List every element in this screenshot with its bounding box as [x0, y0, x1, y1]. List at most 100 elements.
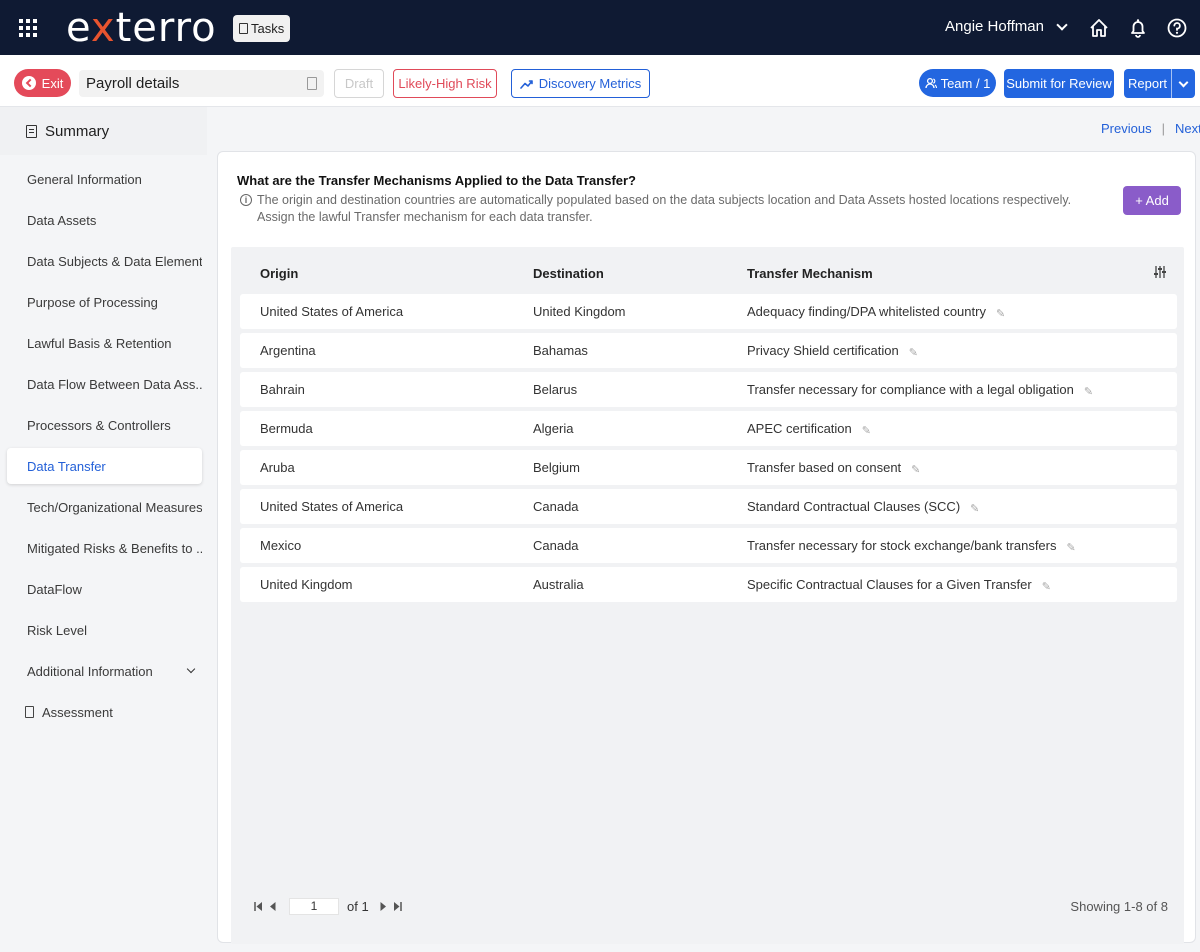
table-row[interactable]: Bermuda Algeria APEC certification ✎ — [240, 411, 1177, 446]
next-page-icon[interactable] — [379, 901, 388, 912]
question-description: The origin and destination countries are… — [257, 193, 1072, 207]
origin-cell: United States of America — [260, 499, 404, 514]
destination-cell: Belgium — [533, 460, 580, 475]
help-icon[interactable] — [1166, 17, 1188, 39]
sidebar-item-tech-org-measures[interactable]: Tech/Organizational Measures — [7, 489, 202, 525]
sidebar-item-risk-level[interactable]: Risk Level — [7, 612, 202, 648]
next-link[interactable]: Next — [1175, 121, 1200, 136]
question-description: Assign the lawful Transfer mechanism for… — [257, 210, 593, 224]
table-row[interactable]: Aruba Belgium Transfer based on consent ✎ — [240, 450, 1177, 485]
transfer-mechanism-cell: Transfer based on consent ✎ — [747, 460, 920, 476]
pagination-controls: 1 of 1 — [253, 898, 403, 915]
transfer-mechanism-value: Transfer based on consent — [747, 460, 902, 475]
pencil-icon[interactable]: ✎ — [911, 463, 920, 476]
risk-level-badge[interactable]: Likely-High Risk — [393, 69, 497, 98]
sidebar-item-data-flow-between[interactable]: Data Flow Between Data Ass... — [7, 366, 202, 402]
first-page-icon[interactable] — [253, 901, 264, 912]
apps-grid-icon[interactable] — [19, 19, 37, 37]
sidebar-item-label: Additional Information — [27, 663, 153, 679]
sidebar-item-data-subjects[interactable]: Data Subjects & Data Elements — [7, 243, 202, 279]
table-footer: 1 of 1 Showing 1-8 of 8 — [240, 887, 1177, 925]
column-header-transfer-mechanism[interactable]: Transfer Mechanism — [747, 266, 873, 281]
table-row[interactable]: United States of America United Kingdom … — [240, 294, 1177, 329]
table-row[interactable]: Mexico Canada Transfer necessary for sto… — [240, 528, 1177, 563]
destination-cell: Belarus — [533, 382, 578, 397]
section-sidebar: Summary General Information Data Assets … — [0, 107, 207, 952]
assessment-title-field[interactable]: Payroll details — [79, 70, 324, 97]
destination-cell: United Kingdom — [533, 304, 626, 319]
transfer-mechanism-cell: Transfer necessary for compliance with a… — [747, 382, 1093, 398]
table-row[interactable]: Argentina Bahamas Privacy Shield certifi… — [240, 333, 1177, 368]
exit-button[interactable]: Exit — [14, 69, 71, 97]
chevron-down-icon — [186, 664, 196, 674]
table-row[interactable]: Bahrain Belarus Transfer necessary for c… — [240, 372, 1177, 407]
origin-cell: Mexico — [260, 538, 302, 553]
origin-cell: Bermuda — [260, 421, 313, 436]
column-settings-icon[interactable] — [1153, 265, 1167, 279]
destination-cell: Canada — [533, 538, 579, 553]
summary-label: Summary — [45, 122, 110, 140]
showing-count: Showing 1-8 of 8 — [1070, 899, 1168, 914]
column-header-destination[interactable]: Destination — [533, 266, 604, 281]
origin-cell: Argentina — [260, 343, 316, 358]
sidebar-summary[interactable]: Summary — [0, 107, 207, 155]
transfer-table: Origin Destination Transfer Mechanism Un… — [231, 247, 1184, 944]
pencil-icon[interactable]: ✎ — [996, 307, 1005, 320]
pencil-icon[interactable]: ✎ — [970, 502, 979, 515]
section-pager: Previous | Next — [1101, 121, 1200, 136]
top-nav-bar: exterro Tasks Angie Hoffman — [0, 0, 1200, 55]
chevron-down-icon — [1056, 18, 1068, 31]
tasks-button[interactable]: Tasks — [233, 15, 291, 42]
sidebar-item-dataflow[interactable]: DataFlow — [7, 571, 202, 607]
pencil-icon[interactable]: ✎ — [1084, 385, 1093, 398]
bell-icon[interactable] — [1127, 17, 1149, 39]
report-button[interactable]: Report — [1124, 69, 1195, 98]
table-header: Origin Destination Transfer Mechanism — [240, 256, 1177, 290]
previous-link[interactable]: Previous — [1101, 121, 1152, 136]
sidebar-item-label: Assessment — [42, 704, 113, 720]
home-icon[interactable] — [1088, 17, 1110, 39]
sidebar-item-additional-information[interactable]: Additional Information — [7, 653, 202, 689]
table-row[interactable]: United Kingdom Australia Specific Contra… — [240, 567, 1177, 602]
sidebar-item-assessment[interactable]: Assessment — [7, 694, 202, 730]
pencil-icon[interactable]: ✎ — [862, 424, 871, 437]
transfer-mechanism-cell: Privacy Shield certification ✎ — [747, 343, 918, 359]
summary-icon — [26, 124, 37, 138]
pencil-icon[interactable]: ✎ — [909, 346, 918, 359]
discovery-metrics-button[interactable]: Discovery Metrics — [511, 69, 650, 98]
pencil-icon[interactable]: ✎ — [1042, 580, 1051, 593]
last-page-icon[interactable] — [392, 901, 403, 912]
table-row[interactable]: United States of America Canada Standard… — [240, 489, 1177, 524]
report-dropdown-toggle[interactable] — [1172, 77, 1195, 87]
sidebar-item-mitigated-risks[interactable]: Mitigated Risks & Benefits to ... — [7, 530, 202, 566]
question-panel: What are the Transfer Mechanisms Applied… — [217, 151, 1196, 944]
user-name: Angie Hoffman — [945, 18, 1044, 35]
add-transfer-button[interactable]: + Add — [1123, 186, 1181, 215]
destination-cell: Canada — [533, 499, 579, 514]
destination-cell: Algeria — [533, 421, 574, 436]
info-icon: i — [240, 194, 252, 206]
user-menu[interactable]: Angie Hoffman — [945, 18, 1068, 35]
page-number-input[interactable]: 1 — [289, 898, 339, 915]
sidebar-item-data-assets[interactable]: Data Assets — [7, 202, 202, 238]
origin-cell: Aruba — [260, 460, 295, 475]
sidebar-item-processors-controllers[interactable]: Processors & Controllers — [7, 407, 202, 443]
sidebar-item-general-information[interactable]: General Information — [7, 161, 202, 197]
sidebar-item-purpose-of-processing[interactable]: Purpose of Processing — [7, 284, 202, 320]
sidebar-item-lawful-basis[interactable]: Lawful Basis & Retention — [7, 325, 202, 361]
pencil-icon[interactable]: ✎ — [1067, 541, 1076, 554]
prev-page-icon[interactable] — [268, 901, 277, 912]
destination-cell: Bahamas — [533, 343, 588, 358]
submit-for-review-button[interactable]: Submit for Review — [1004, 69, 1114, 98]
team-button[interactable]: Team / 1 — [919, 69, 996, 97]
exit-label: Exit — [41, 75, 64, 91]
report-label: Report — [1124, 69, 1172, 98]
column-header-origin[interactable]: Origin — [260, 266, 298, 281]
exterro-logo[interactable]: exterro — [66, 6, 217, 50]
document-icon — [307, 77, 317, 90]
draft-status-button[interactable]: Draft — [334, 69, 384, 98]
transfer-mechanism-value: Transfer necessary for stock exchange/ba… — [747, 538, 1057, 553]
sidebar-item-data-transfer[interactable]: Data Transfer — [7, 448, 202, 484]
transfer-mechanism-value: Specific Contractual Clauses for a Given… — [747, 577, 1032, 592]
page-of-label: of 1 — [347, 899, 369, 914]
